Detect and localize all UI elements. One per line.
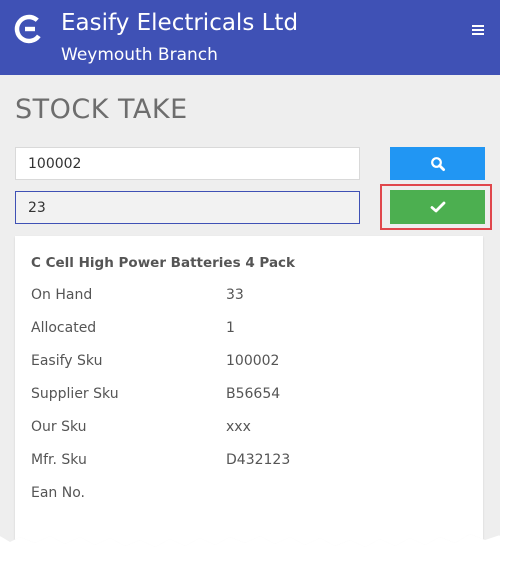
app-frame: Easify Electricals Ltd Weymouth Branch S…: [0, 0, 500, 547]
detail-value: D432123: [226, 452, 291, 468]
quantity-input[interactable]: [15, 191, 360, 224]
detail-label: Easify Sku: [31, 353, 103, 369]
detail-row-our-sku: Our Sku xxx: [31, 417, 471, 437]
detail-row-allocated: Allocated 1: [31, 318, 471, 338]
product-name: C Cell High Power Batteries 4 Pack: [31, 255, 296, 271]
detail-label: Supplier Sku: [31, 386, 119, 402]
easify-logo-icon: [14, 14, 44, 44]
hamburger-menu-icon[interactable]: [470, 21, 488, 39]
sku-search-input[interactable]: [15, 147, 360, 180]
check-icon: [430, 201, 445, 213]
detail-row-ean-no: Ean No.: [31, 483, 471, 503]
detail-row-supplier-sku: Supplier Sku B56654: [31, 384, 471, 404]
company-name: Easify Electricals Ltd: [61, 10, 299, 36]
detail-value: B56654: [226, 386, 281, 402]
detail-row-mfr-sku: Mfr. Sku D432123: [31, 450, 471, 470]
detail-label: Mfr. Sku: [31, 452, 87, 468]
product-details-card: C Cell High Power Batteries 4 Pack On Ha…: [15, 236, 483, 547]
detail-label: On Hand: [31, 287, 93, 303]
detail-label: Allocated: [31, 320, 97, 336]
page-title: STOCK TAKE: [15, 94, 188, 125]
detail-row-on-hand: On Hand 33: [31, 285, 471, 305]
detail-value: 33: [226, 287, 244, 303]
detail-value: xxx: [226, 419, 251, 435]
detail-value: 100002: [226, 353, 280, 369]
detail-value: 1: [226, 320, 235, 336]
branch-name: Weymouth Branch: [61, 45, 218, 65]
confirm-button[interactable]: [390, 190, 485, 224]
detail-label: Ean No.: [31, 485, 85, 501]
detail-label: Our Sku: [31, 419, 87, 435]
app-header: Easify Electricals Ltd Weymouth Branch: [0, 0, 500, 75]
search-button[interactable]: [390, 147, 485, 180]
search-icon: [430, 156, 445, 171]
detail-row-easify-sku: Easify Sku 100002: [31, 351, 471, 371]
